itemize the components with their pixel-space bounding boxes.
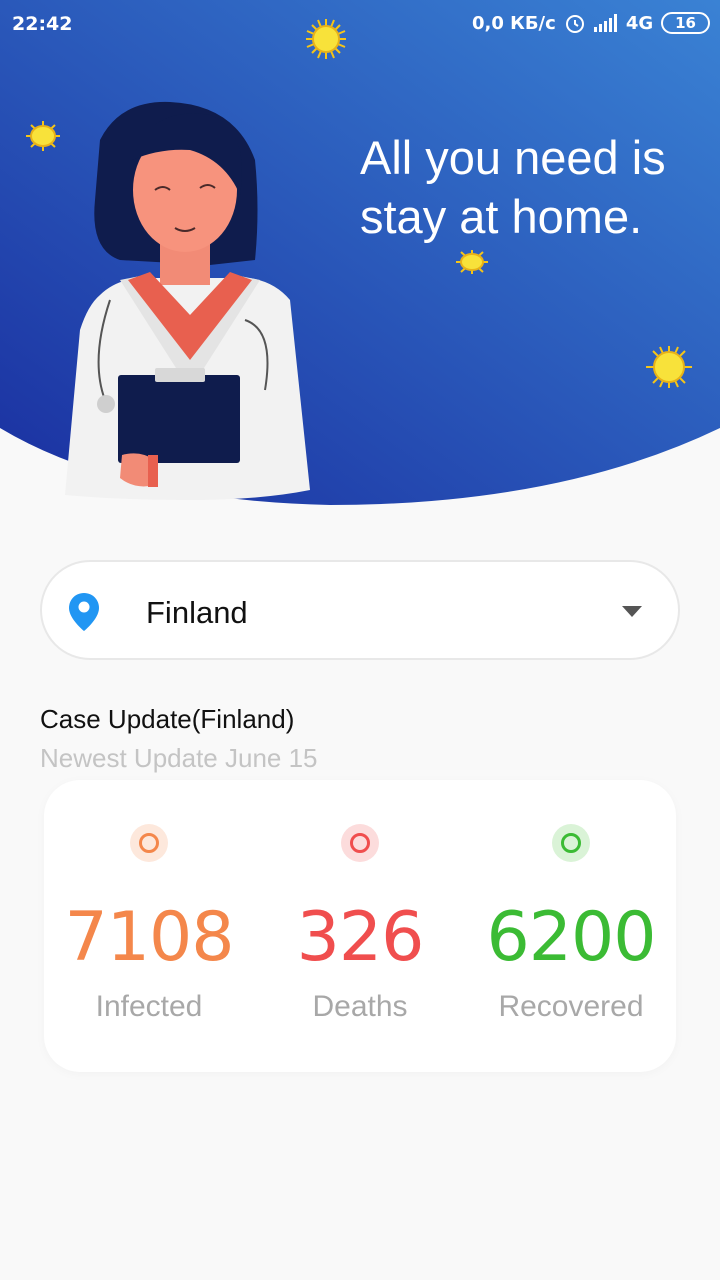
doctor-illustration [65, 101, 310, 500]
stat-deaths: 326 Deaths [255, 780, 465, 1072]
status-time: 22:42 [12, 13, 73, 35]
status-bar: 22:42 0,0 КБ/с 4G 16 [0, 0, 720, 50]
battery-icon: 16 [661, 12, 710, 34]
header: 22:42 0,0 КБ/с 4G 16 All you need is sta… [0, 0, 720, 520]
infected-value: 7108 [64, 898, 234, 977]
headline: All you need is stay at home. [360, 131, 666, 243]
screen: 22:42 0,0 КБ/с 4G 16 All you need is sta… [0, 0, 720, 1280]
signal-icon [593, 14, 617, 32]
deaths-label: Deaths [312, 990, 408, 1023]
stat-recovered: 6200 Recovered [466, 780, 676, 1072]
deaths-indicator-icon [341, 824, 379, 862]
recovered-label: Recovered [498, 990, 644, 1023]
dropdown-caret-icon [622, 606, 642, 617]
infected-indicator-icon [130, 824, 168, 862]
stat-infected: 7108 Infected [44, 780, 254, 1072]
status-indicators: 0,0 КБ/с 4G 16 [472, 12, 710, 34]
alarm-icon [565, 15, 584, 33]
stats-card: 7108 Infected 326 Deaths 6200 Recovered [44, 780, 676, 1072]
sun-icon [26, 121, 60, 151]
network-type: 4G [625, 12, 654, 34]
network-speed: 0,0 КБ/с [471, 12, 556, 34]
deaths-value: 326 [296, 898, 425, 977]
country-dropdown[interactable]: Finland [40, 560, 680, 660]
case-update-title: Case Update(Finland) [40, 704, 295, 734]
recovered-indicator-icon [552, 824, 590, 862]
location-pin-icon [69, 593, 99, 631]
infected-label: Infected [95, 990, 203, 1023]
recovered-value: 6200 [486, 898, 656, 977]
selected-country: Finland [146, 595, 248, 630]
case-update-subtitle: Newest Update June 15 [40, 743, 318, 773]
sun-icon [456, 250, 488, 274]
sun-icon [646, 346, 692, 388]
